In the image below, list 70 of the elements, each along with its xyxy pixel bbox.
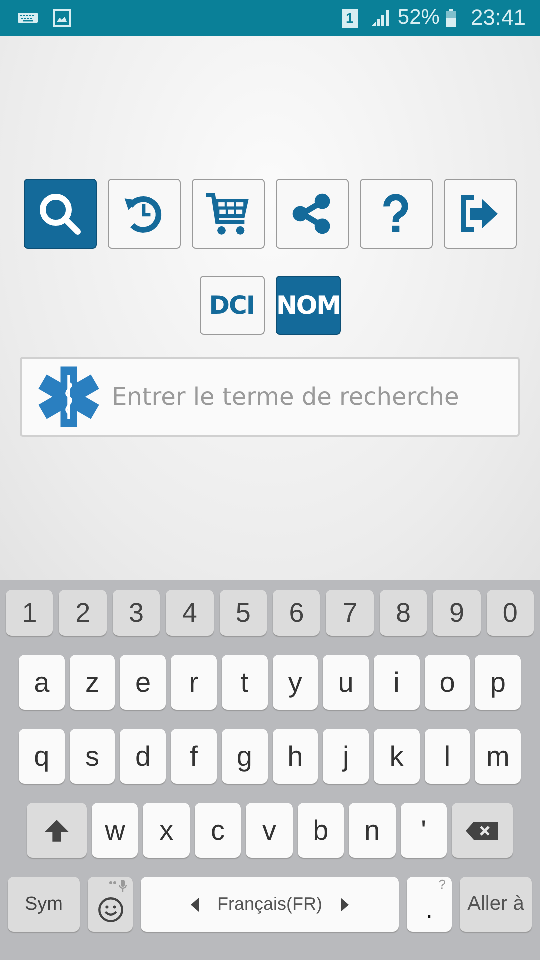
- mode-toggle[interactable]: DCI: [200, 276, 264, 335]
- key[interactable]: j: [323, 729, 369, 784]
- key[interactable]: w: [92, 803, 138, 858]
- key[interactable]: x: [143, 803, 190, 858]
- key[interactable]: i: [374, 655, 420, 710]
- exit-button[interactable]: [444, 179, 516, 249]
- signal-icon: [370, 9, 390, 27]
- key-label: .: [426, 896, 433, 924]
- microphone-icon: [109, 880, 129, 892]
- key[interactable]: h: [272, 729, 318, 784]
- medical-star-icon: [36, 364, 102, 430]
- key[interactable]: c: [194, 803, 242, 858]
- battery-percent: 52%: [398, 6, 440, 30]
- backspace-key[interactable]: [452, 803, 513, 858]
- key[interactable]: 0: [486, 590, 534, 636]
- cart-button[interactable]: [192, 179, 264, 249]
- key[interactable]: t: [222, 655, 268, 710]
- key[interactable]: s: [70, 729, 116, 784]
- key[interactable]: 8: [380, 590, 428, 636]
- key[interactable]: 1: [6, 590, 54, 636]
- left-arrow-icon: [191, 898, 200, 912]
- key[interactable]: m: [475, 729, 522, 784]
- sim-badge: 1: [342, 8, 358, 28]
- search-input[interactable]: Entrer le terme de recherche: [110, 382, 518, 412]
- keyboard-icon: [18, 13, 38, 23]
- key[interactable]: o: [424, 655, 470, 710]
- search-button[interactable]: [24, 179, 96, 249]
- period-key[interactable]: ? .: [407, 877, 452, 932]
- mode-toggle[interactable]: NOM: [276, 276, 340, 335]
- key[interactable]: a: [19, 655, 65, 710]
- battery-icon: [446, 9, 456, 27]
- smiley-icon: [98, 896, 124, 922]
- key[interactable]: l: [424, 729, 470, 784]
- backspace-icon: [465, 820, 500, 840]
- key[interactable]: 3: [112, 590, 160, 636]
- key[interactable]: y: [272, 655, 318, 710]
- go-key[interactable]: Aller à: [460, 877, 532, 932]
- key[interactable]: ': [400, 803, 447, 858]
- space-key[interactable]: Français(FR): [141, 877, 399, 932]
- key[interactable]: e: [120, 655, 166, 710]
- key[interactable]: v: [246, 803, 293, 858]
- key[interactable]: r: [171, 655, 217, 710]
- key[interactable]: k: [374, 729, 420, 784]
- help-button[interactable]: [360, 179, 432, 249]
- search-field[interactable]: Entrer le terme de recherche: [20, 357, 520, 437]
- key[interactable]: f: [171, 729, 217, 784]
- key[interactable]: d: [120, 729, 166, 784]
- share-button[interactable]: [276, 179, 348, 249]
- key[interactable]: n: [349, 803, 396, 858]
- history-button[interactable]: [108, 179, 180, 249]
- key[interactable]: 4: [166, 590, 214, 636]
- key[interactable]: 9: [433, 590, 481, 636]
- key[interactable]: 7: [326, 590, 374, 636]
- key[interactable]: u: [323, 655, 369, 710]
- key[interactable]: z: [70, 655, 116, 710]
- right-arrow-icon: [340, 898, 348, 912]
- key-hint: ?: [438, 877, 446, 892]
- key[interactable]: 6: [273, 590, 320, 636]
- key[interactable]: p: [475, 655, 522, 710]
- key[interactable]: q: [19, 729, 65, 784]
- key[interactable]: b: [298, 803, 344, 858]
- up-arrow-icon: [44, 818, 70, 844]
- sym-key[interactable]: Sym: [8, 877, 80, 932]
- emoji-key[interactable]: [88, 877, 133, 932]
- shift-key[interactable]: [27, 803, 87, 858]
- key[interactable]: 5: [220, 590, 268, 636]
- key[interactable]: g: [222, 729, 268, 784]
- key[interactable]: 2: [59, 590, 107, 636]
- clock: 23:41: [470, 5, 526, 31]
- image-icon: [53, 9, 71, 27]
